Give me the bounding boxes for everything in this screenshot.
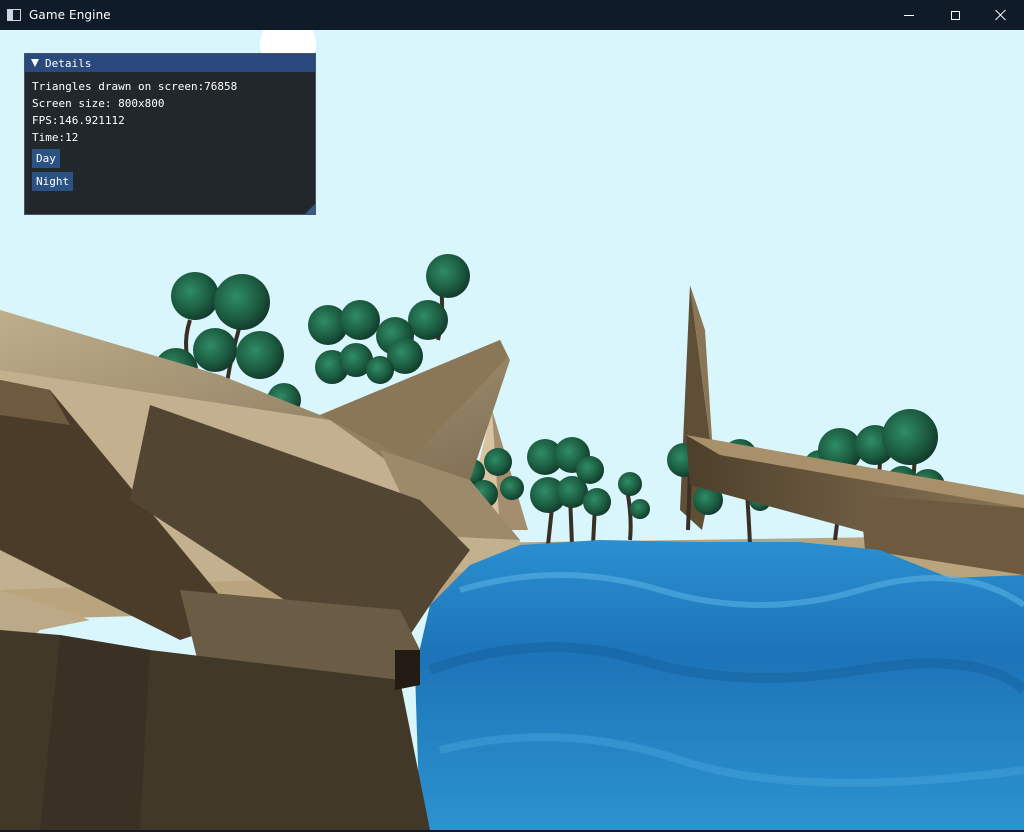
resize-grip-icon[interactable] (305, 204, 315, 214)
triangles-stat: Triangles drawn on screen:76858 (32, 80, 238, 93)
app-window-icon (7, 9, 21, 21)
details-panel-title: Details (45, 56, 92, 70)
close-icon (995, 9, 1007, 21)
screen-size-stat: Screen size: 800x800 (32, 97, 165, 110)
game-window: Game Engine Details Triangles drawn on s… (0, 0, 1024, 832)
window-title: Game Engine (29, 8, 111, 22)
details-panel-header[interactable]: Details (25, 54, 315, 72)
details-panel: Details Triangles drawn on screen:76858 … (24, 53, 316, 215)
title-bar[interactable]: Game Engine (0, 0, 1024, 30)
night-button[interactable]: Night (32, 172, 74, 191)
fps-stat: FPS:146.921112 (32, 114, 125, 127)
minimize-icon (904, 14, 914, 16)
minimize-button[interactable] (886, 0, 932, 30)
triangle-down-icon[interactable] (31, 59, 39, 67)
details-panel-body: Triangles drawn on screen:76858 Screen s… (25, 72, 315, 198)
maximize-button[interactable] (932, 0, 978, 30)
close-button[interactable] (978, 0, 1024, 30)
water-surface (415, 540, 1024, 830)
maximize-icon (950, 10, 960, 20)
time-stat: Time:12 (32, 131, 79, 144)
day-button[interactable]: Day (32, 149, 60, 168)
